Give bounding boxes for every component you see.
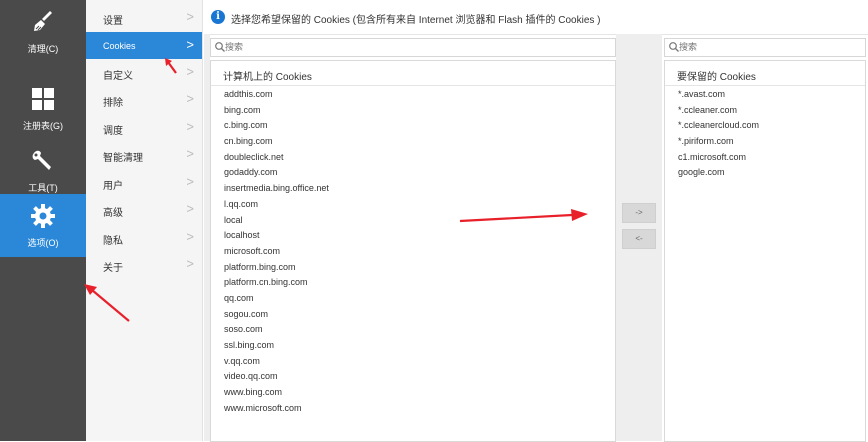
computer-cookies-search[interactable] — [210, 38, 616, 57]
cookie-item[interactable]: insertmedia.bing.office.net — [224, 183, 329, 199]
cookie-item[interactable]: v.qq.com — [224, 356, 329, 372]
panel-title: 计算机上的 Cookies — [223, 72, 312, 83]
registry-grid-icon — [31, 87, 55, 111]
submenu-item-privacy[interactable]: 隐私 > — [86, 224, 202, 251]
cookie-item[interactable]: microsoft.com — [224, 246, 329, 262]
kept-cookie-item[interactable]: *.ccleaner.com — [678, 105, 759, 121]
submenu-item-label: 关于 — [103, 263, 123, 274]
broom-icon — [31, 10, 55, 34]
keep-cookies-list: *.avast.com *.ccleaner.com *.ccleanerclo… — [678, 89, 759, 183]
cookie-item[interactable]: video.qq.com — [224, 371, 329, 387]
submenu-item-label: 用户 — [103, 181, 123, 192]
search-input[interactable] — [225, 40, 549, 53]
panel-header: 计算机上的 Cookies — [211, 61, 615, 86]
submenu-item-advanced[interactable]: 高级 > — [86, 196, 202, 223]
kept-cookie-item[interactable]: *.piriform.com — [678, 136, 759, 152]
nav-label: 选项(O) — [27, 238, 59, 248]
cookie-item[interactable]: local — [224, 215, 329, 231]
chevron-right-icon: > — [186, 64, 194, 79]
nav-label: 工具(T) — [28, 183, 58, 193]
cookie-item[interactable]: soso.com — [224, 324, 329, 340]
chevron-right-icon: > — [186, 146, 194, 161]
gear-icon — [31, 204, 55, 228]
kept-cookie-item[interactable]: *.ccleanercloud.com — [678, 120, 759, 136]
info-text: 选择您希望保留的 Cookies (包含所有来自 Internet 浏览器和 F… — [231, 15, 601, 26]
cookie-item[interactable]: qq.com — [224, 293, 329, 309]
chevron-right-icon: > — [186, 174, 194, 189]
submenu-item-label: 自定义 — [103, 71, 133, 82]
kept-cookie-item[interactable]: google.com — [678, 167, 759, 183]
submenu-item-about[interactable]: 关于 > — [86, 251, 202, 278]
kept-cookie-item[interactable]: c1.microsoft.com — [678, 152, 759, 168]
submenu-item-label: 排除 — [103, 98, 123, 109]
cookie-item[interactable]: localhost — [224, 230, 329, 246]
options-submenu: 设置 > Cookies > 自定义 > 排除 > 调度 > 智能清理 > 用户… — [86, 0, 203, 441]
cookie-item[interactable]: platform.cn.bing.com — [224, 277, 329, 293]
submenu-item-exclude[interactable]: 排除 > — [86, 86, 202, 113]
submenu-item-cookies[interactable]: Cookies > — [86, 32, 202, 59]
move-left-button[interactable]: <- — [622, 229, 656, 249]
panel-header: 要保留的 Cookies — [665, 61, 865, 86]
computer-cookies-list: addthis.com bing.com c.bing.com cn.bing.… — [224, 89, 329, 418]
submenu-item-users[interactable]: 用户 > — [86, 169, 202, 196]
nav-item-registry[interactable]: 注册表(G) — [0, 77, 86, 140]
chevron-right-icon: > — [186, 37, 194, 52]
cookie-item[interactable]: doubleclick.net — [224, 152, 329, 168]
chevron-right-icon: > — [186, 91, 194, 106]
nav-item-options[interactable]: 选项(O) — [0, 194, 86, 257]
move-right-button[interactable]: -> — [622, 203, 656, 223]
cookie-item[interactable]: sogou.com — [224, 309, 329, 325]
panel-title: 要保留的 Cookies — [677, 72, 756, 83]
submenu-item-label: 调度 — [103, 126, 123, 137]
keep-cookies-panel: 要保留的 Cookies *.avast.com *.ccleaner.com … — [664, 60, 866, 442]
chevron-right-icon: > — [186, 229, 194, 244]
chevron-right-icon: > — [186, 9, 194, 24]
keep-cookies-search[interactable] — [664, 38, 866, 57]
submenu-item-smart-cleaning[interactable]: 智能清理 > — [86, 141, 202, 168]
nav-item-tools[interactable]: 工具(T) — [0, 139, 86, 202]
nav-label: 注册表(G) — [23, 121, 63, 131]
search-input[interactable] — [679, 40, 839, 53]
submenu-item-label: 隐私 — [103, 236, 123, 247]
chevron-right-icon: > — [186, 256, 194, 271]
cookie-item[interactable]: godaddy.com — [224, 167, 329, 183]
nav-item-clean[interactable]: 清理(C) — [0, 0, 86, 63]
submenu-item-settings[interactable]: 设置 > — [86, 4, 202, 31]
cookie-item[interactable]: bing.com — [224, 105, 329, 121]
submenu-item-label: 设置 — [103, 16, 123, 27]
cookie-item[interactable]: ssl.bing.com — [224, 340, 329, 356]
cookie-item[interactable]: platform.bing.com — [224, 262, 329, 278]
submenu-item-include[interactable]: 自定义 > — [86, 59, 202, 86]
nav-label: 清理(C) — [27, 44, 59, 54]
submenu-item-label: 智能清理 — [103, 153, 143, 164]
main-nav: 清理(C) 注册表(G) 工具(T) 选项(O) — [0, 0, 86, 441]
cookie-item[interactable]: www.microsoft.com — [224, 403, 329, 419]
kept-cookie-item[interactable]: *.avast.com — [678, 89, 759, 105]
info-icon: i — [211, 10, 225, 24]
ccleaner-options-window: 清理(C) 注册表(G) 工具(T) 选项(O) 设置 > Cookies > … — [0, 0, 868, 442]
submenu-item-label: Cookies — [103, 41, 136, 51]
chevron-right-icon: > — [186, 119, 194, 134]
cookie-item[interactable]: l.qq.com — [224, 199, 329, 215]
cookie-item[interactable]: www.bing.com — [224, 387, 329, 403]
submenu-item-scheduling[interactable]: 调度 > — [86, 114, 202, 141]
cookie-item[interactable]: c.bing.com — [224, 120, 329, 136]
cookie-item[interactable]: addthis.com — [224, 89, 329, 105]
submenu-item-label: 高级 — [103, 208, 123, 219]
computer-cookies-panel: 计算机上的 Cookies addthis.com bing.com c.bin… — [210, 60, 616, 442]
chevron-right-icon: > — [186, 201, 194, 216]
cookie-item[interactable]: cn.bing.com — [224, 136, 329, 152]
info-header: i 选择您希望保留的 Cookies (包含所有来自 Internet 浏览器和… — [204, 0, 868, 35]
wrench-icon — [31, 149, 55, 173]
